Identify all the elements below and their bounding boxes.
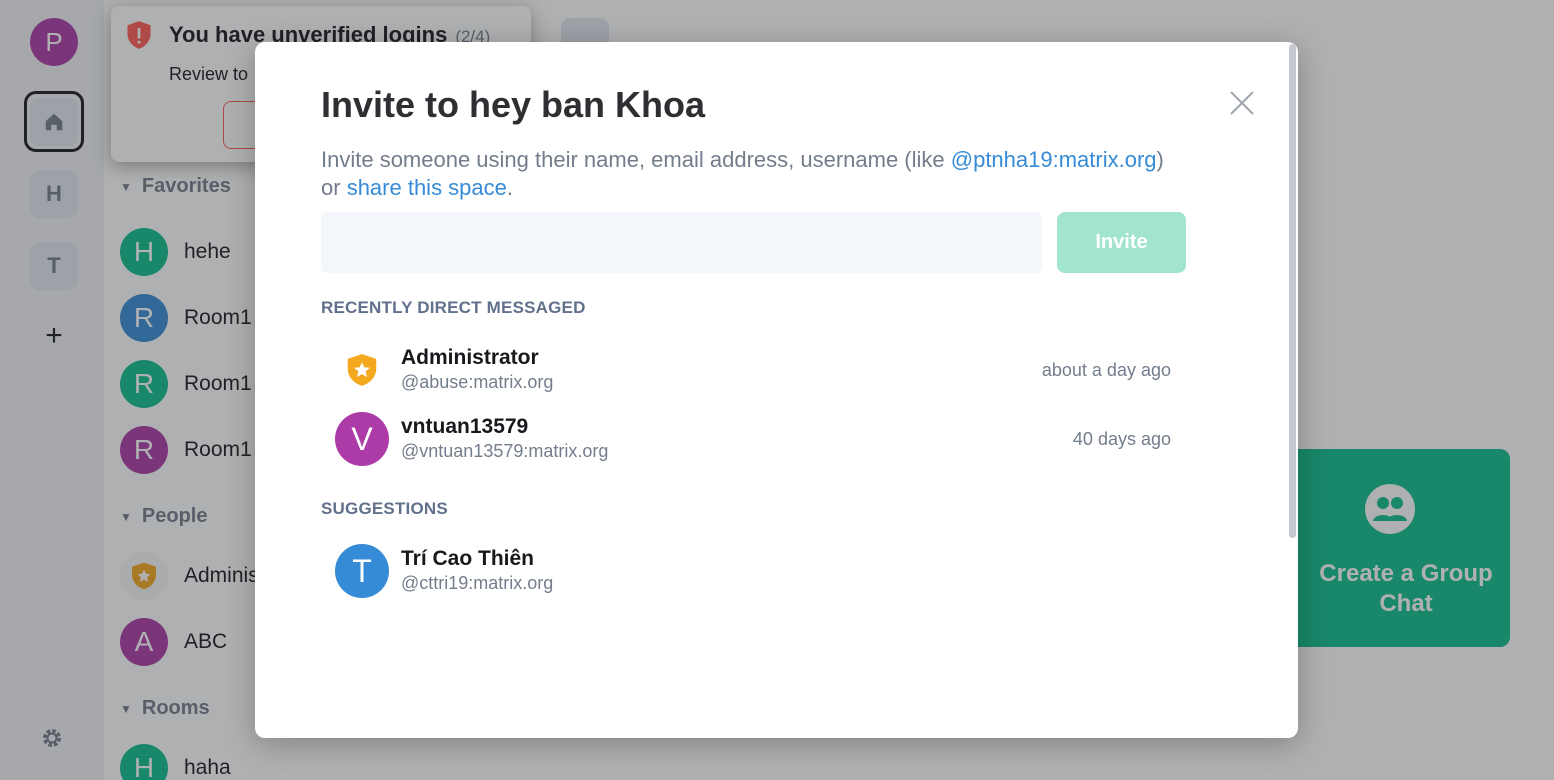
recent-dm-row[interactable]: V vntuan13579 @vntuan13579:matrix.org 40… [335, 409, 1175, 469]
close-icon[interactable] [1229, 90, 1255, 116]
dialog-scrollbar[interactable] [1289, 44, 1296, 538]
invite-search-input[interactable] [321, 212, 1042, 273]
dm-timestamp: 40 days ago [1072, 429, 1171, 449]
recent-dm-row[interactable]: Administrator @abuse:matrix.org about a … [335, 340, 1175, 400]
suggestions-section-header: SUGGESTIONS [321, 499, 448, 518]
subtitle-text: . [506, 175, 514, 200]
subtitle-text: or [321, 175, 347, 200]
share-space-link[interactable]: share this space [347, 175, 507, 200]
user-avatar: V [335, 412, 389, 466]
admin-badge-icon [335, 343, 389, 397]
recent-dm-section-header: RECENTLY DIRECT MESSAGED [321, 298, 586, 317]
dialog-subtitle: Invite someone using their name, email a… [321, 146, 1241, 202]
dm-user-id: @abuse:matrix.org [401, 372, 554, 392]
invite-dialog: Invite to hey ban Khoa Invite someone us… [255, 42, 1298, 738]
user-avatar: T [335, 544, 389, 598]
dm-name: Administrator [401, 346, 539, 369]
subtitle-text: Invite someone using their name, email a… [321, 147, 951, 172]
dialog-title: Invite to hey ban Khoa [321, 84, 706, 125]
suggestion-user-id: @cttri19:matrix.org [401, 573, 554, 593]
subtitle-text: ) [1156, 147, 1164, 172]
dm-timestamp: about a day ago [1041, 360, 1171, 380]
invite-button[interactable]: Invite [1057, 212, 1186, 273]
dm-user-id: @vntuan13579:matrix.org [401, 441, 609, 461]
suggestion-row[interactable]: T Trí Cao Thiên @cttri19:matrix.org [335, 541, 1175, 601]
suggestion-name: Trí Cao Thiên [401, 547, 535, 570]
example-user-link[interactable]: @ptnha19:matrix.org [951, 147, 1157, 172]
dm-name: vntuan13579 [401, 415, 529, 438]
